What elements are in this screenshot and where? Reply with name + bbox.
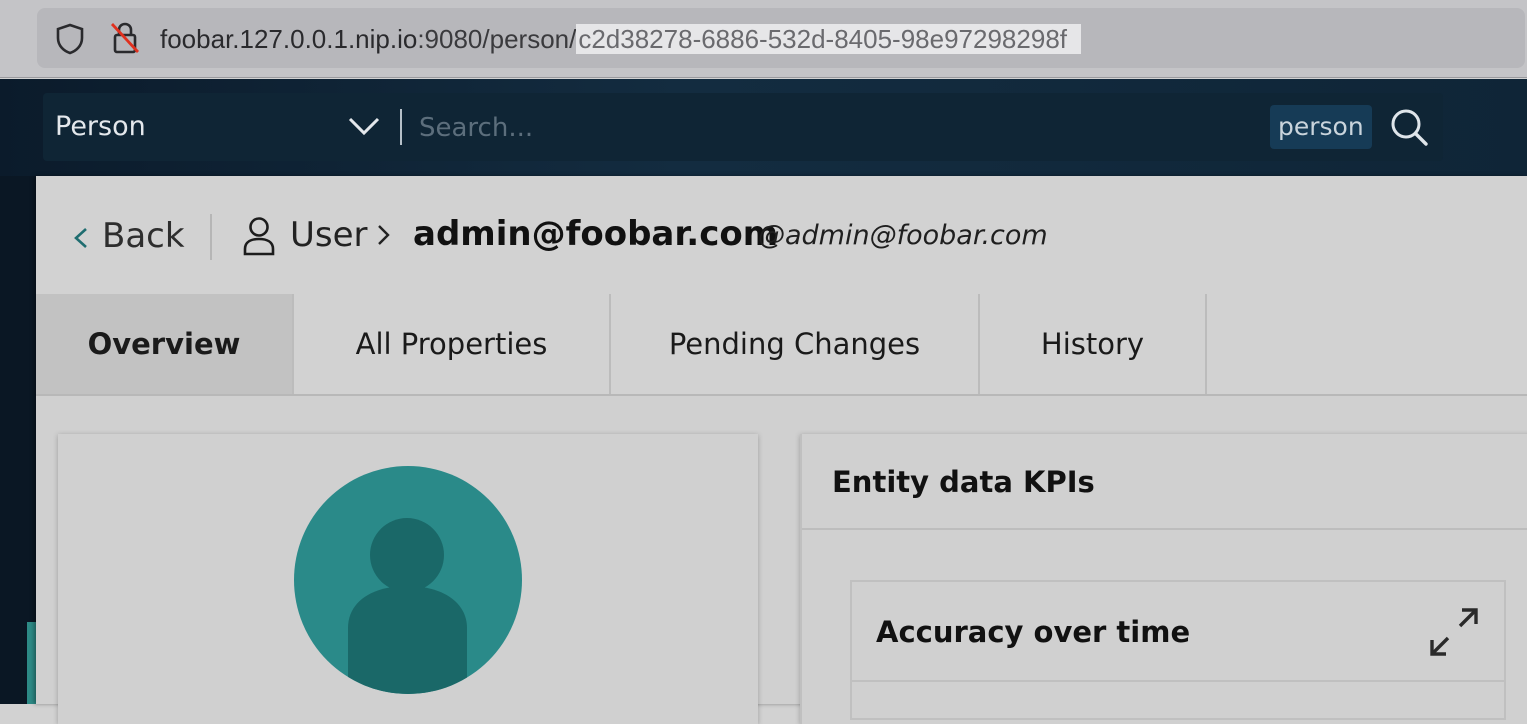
- search-scope-tag[interactable]: person: [1270, 105, 1372, 149]
- chevron-down-icon[interactable]: [347, 115, 381, 137]
- entity-header: Back User admin@foobar.com @admin@foobar…: [36, 176, 1527, 296]
- search-input[interactable]: [417, 103, 1251, 153]
- app-header: Person person: [0, 79, 1527, 176]
- back-label: Back: [102, 216, 185, 256]
- tab-bar: Overview All Properties Pending Changes …: [36, 294, 1527, 396]
- search-icon[interactable]: [1389, 107, 1429, 147]
- tab-all-properties[interactable]: All Properties: [294, 294, 611, 394]
- breadcrumb-type[interactable]: User: [290, 212, 368, 258]
- url-selected-id: c2d38278-6886-532d-8405-98e97298298f: [576, 24, 1081, 54]
- shield-icon[interactable]: [54, 22, 86, 56]
- accuracy-chart-card: Accuracy over time: [850, 580, 1506, 720]
- url-text[interactable]: foobar.127.0.0.1.nip.io:9080/person/c2d3…: [160, 19, 1081, 59]
- lock-slash-icon[interactable]: [108, 20, 142, 56]
- url-host: foobar.127.0.0.1.nip.io: [160, 24, 418, 54]
- kpi-card-header: Entity data KPIs: [802, 434, 1527, 530]
- tab-history[interactable]: History: [980, 294, 1207, 394]
- expand-icon[interactable]: [1428, 606, 1480, 658]
- search-bar: Person person: [43, 93, 1443, 161]
- page-title: admin@foobar.com: [413, 214, 779, 254]
- url-path: :9080/person/: [417, 24, 577, 54]
- header-divider: [210, 214, 212, 260]
- tab-pending-changes[interactable]: Pending Changes: [611, 294, 980, 394]
- kpi-card: Entity data KPIs Accuracy over time: [800, 434, 1527, 724]
- browser-address-bar: foobar.127.0.0.1.nip.io:9080/person/c2d3…: [0, 0, 1527, 78]
- avatar: [294, 466, 522, 694]
- profile-card: [58, 434, 758, 724]
- chevron-right-icon: [378, 225, 390, 245]
- accuracy-chart-title: Accuracy over time: [876, 615, 1191, 649]
- chevron-left-icon: [74, 227, 87, 248]
- entity-panel: Back User admin@foobar.com @admin@foobar…: [36, 176, 1527, 724]
- entity-type-select[interactable]: Person: [55, 93, 146, 161]
- accuracy-chart-header: Accuracy over time: [852, 582, 1504, 682]
- search-divider: [400, 109, 402, 145]
- kpi-title: Entity data KPIs: [832, 465, 1095, 499]
- entity-identifier: @admin@foobar.com: [758, 220, 1048, 251]
- back-button[interactable]: Back: [72, 214, 185, 258]
- rail-active-indicator: [27, 622, 36, 704]
- user-icon: [243, 217, 275, 256]
- tab-overview[interactable]: Overview: [36, 294, 294, 394]
